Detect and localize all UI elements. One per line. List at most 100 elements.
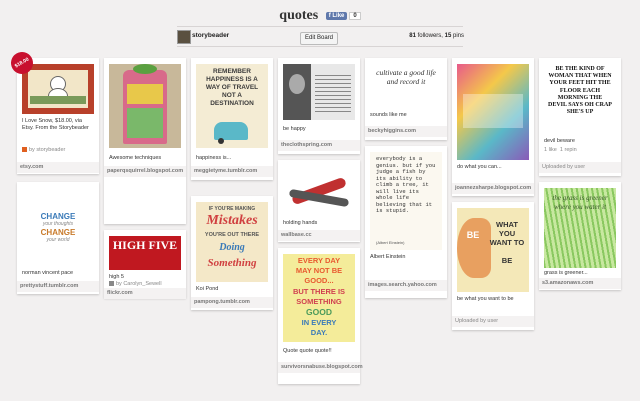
- pin-image-text: your world: [46, 237, 70, 243]
- pinner-icon: [22, 147, 27, 153]
- board-header: quotes f Like 0 storybeader Edit Board 81…: [0, 0, 640, 52]
- pin-image-text: WHAT YOU: [496, 220, 518, 238]
- pin-source[interactable]: paperqsquirrel.blogspot.com: [104, 166, 186, 177]
- pin-description: be what you want to be: [457, 296, 514, 302]
- pin-source[interactable]: pampong.tumblr.com: [191, 297, 273, 308]
- pin-image[interactable]: the grass is greener where you water it: [544, 188, 616, 268]
- pin-image[interactable]: everybody is a genius. but if you judge …: [370, 152, 442, 250]
- pins-count: 15: [444, 33, 452, 39]
- owner-avatar[interactable]: [177, 30, 191, 44]
- pin-image[interactable]: REMEMBER HAPPINESS IS A WAY OF TRAVEL NO…: [196, 64, 268, 148]
- pin-description: grass is greener...: [544, 270, 588, 276]
- pin-description: Koi Pond: [196, 286, 219, 292]
- pin-source[interactable]: Uploaded by user: [452, 316, 534, 327]
- pin-description: sounds like me: [370, 112, 407, 118]
- pin-card[interactable]: holding hands wallbase.cc: [278, 160, 360, 242]
- header-divider: [177, 26, 463, 27]
- pin-source[interactable]: survivorsnabuse.blogspot.com: [278, 362, 363, 373]
- pin-image[interactable]: BE WHAT YOU WANT TO BE: [457, 208, 529, 292]
- owner-name[interactable]: storybeader: [192, 32, 229, 39]
- pinner-name: by Carolyn_Sewell: [116, 281, 162, 287]
- pin-description: happiness is...: [196, 155, 232, 161]
- pin-card[interactable]: EVERY DAY MAY NOT BE GOOD... BUT THERE I…: [278, 248, 363, 384]
- pin-source[interactable]: s3.amazonaws.com: [539, 278, 621, 289]
- followers-count[interactable]: 81: [409, 33, 416, 39]
- header-divider-bottom: [177, 46, 463, 47]
- like-count: 0: [349, 12, 361, 20]
- pinner-icon: [109, 281, 114, 287]
- pin-image-text: CHANGE: [40, 212, 76, 221]
- pin-image[interactable]: EVERY DAY MAY NOT BE GOOD... BUT THERE I…: [283, 254, 355, 342]
- facebook-like[interactable]: f Like 0: [325, 12, 361, 20]
- pin-image[interactable]: HIGH FIVE: [109, 236, 181, 270]
- pin-source[interactable]: Uploaded by user: [539, 162, 621, 173]
- pin-image-text: IF YOU'RE MAKING: [208, 206, 256, 212]
- pin-image-text: DAY.: [310, 328, 328, 337]
- pinner-attribution[interactable]: by Carolyn_Sewell: [109, 281, 162, 287]
- followers-label[interactable]: followers,: [418, 33, 443, 39]
- pin-card[interactable]: $18.00 I Love Snow, $18.00, via Etsy. Fr…: [6, 47, 99, 174]
- pin-source[interactable]: prettystuff.tumblr.com: [17, 281, 99, 292]
- pinner-attribution[interactable]: by storybeader: [22, 147, 65, 153]
- pin-image-caption: (Albert Einstein): [376, 240, 405, 245]
- pin-image[interactable]: [22, 64, 94, 114]
- pin-image[interactable]: CHANGE your thoughts CHANGE your world: [22, 188, 94, 264]
- pin-source[interactable]: joannezsharpe.blogspot.com: [452, 183, 534, 194]
- pin-image-text: SOMETHING: [296, 297, 342, 306]
- pin-image-text: BUT THERE IS: [292, 287, 346, 296]
- pin-card[interactable]: everybody is a genius. but if you judge …: [365, 146, 447, 298]
- pin-image-text: everybody is a genius. but if you judge …: [376, 155, 436, 214]
- pin-image-text: REMEMBER HAPPINESS IS A WAY OF TRAVEL NO…: [205, 68, 259, 107]
- pin-description: norman vincent pace: [22, 270, 74, 276]
- pin-card[interactable]: be happy theclothspring.com: [278, 58, 360, 154]
- pin-image[interactable]: [283, 166, 355, 216]
- pin-description: be happy: [283, 126, 306, 132]
- pin-image-text: EVERY DAY: [297, 256, 341, 265]
- facebook-icon: f: [328, 13, 331, 19]
- pin-image-text: Doing: [219, 242, 245, 253]
- pin-card[interactable]: CHANGE your thoughts CHANGE your world n…: [17, 182, 99, 294]
- pin-image[interactable]: cultivate a good life and record it: [370, 64, 442, 108]
- pin-description: high 5: [109, 274, 124, 280]
- pin-image-text: your thoughts: [42, 221, 74, 227]
- pin-image-text: the grass is greener where you water it: [552, 194, 608, 211]
- pin-card[interactable]: the grass is greener where you water it …: [539, 182, 621, 290]
- pin-image[interactable]: IF YOU'RE MAKING Mistakes YOU'RE OUT THE…: [196, 202, 268, 282]
- pin-image-text: YOU'RE OUT THERE: [204, 232, 260, 238]
- pin-card[interactable]: Awesome techniques paperqsquirrel.blogsp…: [104, 58, 186, 224]
- pin-card[interactable]: HIGH FIVE high 5 by Carolyn_Sewell flick…: [104, 230, 186, 299]
- pin-description: holding hands: [283, 220, 318, 226]
- pin-image[interactable]: [109, 64, 181, 148]
- pin-source[interactable]: theclothspring.com: [278, 140, 360, 151]
- board-title-row: quotes f Like 0: [0, 8, 640, 24]
- pin-card[interactable]: do what you can... joannezsharpe.blogspo…: [452, 58, 534, 196]
- like-button[interactable]: f Like: [325, 12, 348, 20]
- pin-description: do what you can...: [457, 164, 502, 170]
- pin-image[interactable]: [457, 64, 529, 160]
- edit-board-button[interactable]: Edit Board: [300, 32, 339, 45]
- pin-stats[interactable]: 1 like 1 repin: [544, 147, 577, 153]
- pin-source[interactable]: meggietyme.tumblr.com: [191, 166, 273, 177]
- pin-image-text: BE THE KIND OF WOMAN THAT WHEN YOUR FEET…: [548, 66, 612, 116]
- pin-source[interactable]: flickr.com: [104, 288, 186, 299]
- pin-card[interactable]: REMEMBER HAPPINESS IS A WAY OF TRAVEL NO…: [191, 58, 273, 180]
- pin-source[interactable]: etsy.com: [17, 162, 99, 173]
- pin-source[interactable]: beckyhiggins.com: [365, 126, 447, 137]
- pin-image-text: Mistakes: [206, 213, 258, 228]
- pin-source[interactable]: images.search.yahoo.com: [365, 280, 447, 291]
- pin-image-text: IN EVERY: [301, 318, 337, 327]
- pin-source[interactable]: wallbase.cc: [278, 230, 360, 241]
- pin-description: Albert Einstein: [370, 254, 406, 260]
- pin-description: devil beware: [544, 138, 575, 144]
- pin-card[interactable]: cultivate a good life and record it soun…: [365, 58, 447, 140]
- pinner-name: by storybeader: [29, 147, 66, 153]
- pin-image-text: BE: [501, 256, 513, 265]
- pin-card[interactable]: IF YOU'RE MAKING Mistakes YOU'RE OUT THE…: [191, 196, 273, 310]
- pin-image-text: BE: [466, 230, 480, 240]
- pin-card[interactable]: BE WHAT YOU WANT TO BE be what you want …: [452, 202, 534, 330]
- pin-image[interactable]: BE THE KIND OF WOMAN THAT WHEN YOUR FEET…: [544, 64, 616, 132]
- pin-description: Awesome techniques: [109, 155, 162, 161]
- pin-image[interactable]: [283, 64, 355, 120]
- board-stats: 81 followers, 15 pins: [400, 33, 464, 39]
- pin-card[interactable]: BE THE KIND OF WOMAN THAT WHEN YOUR FEET…: [539, 58, 621, 176]
